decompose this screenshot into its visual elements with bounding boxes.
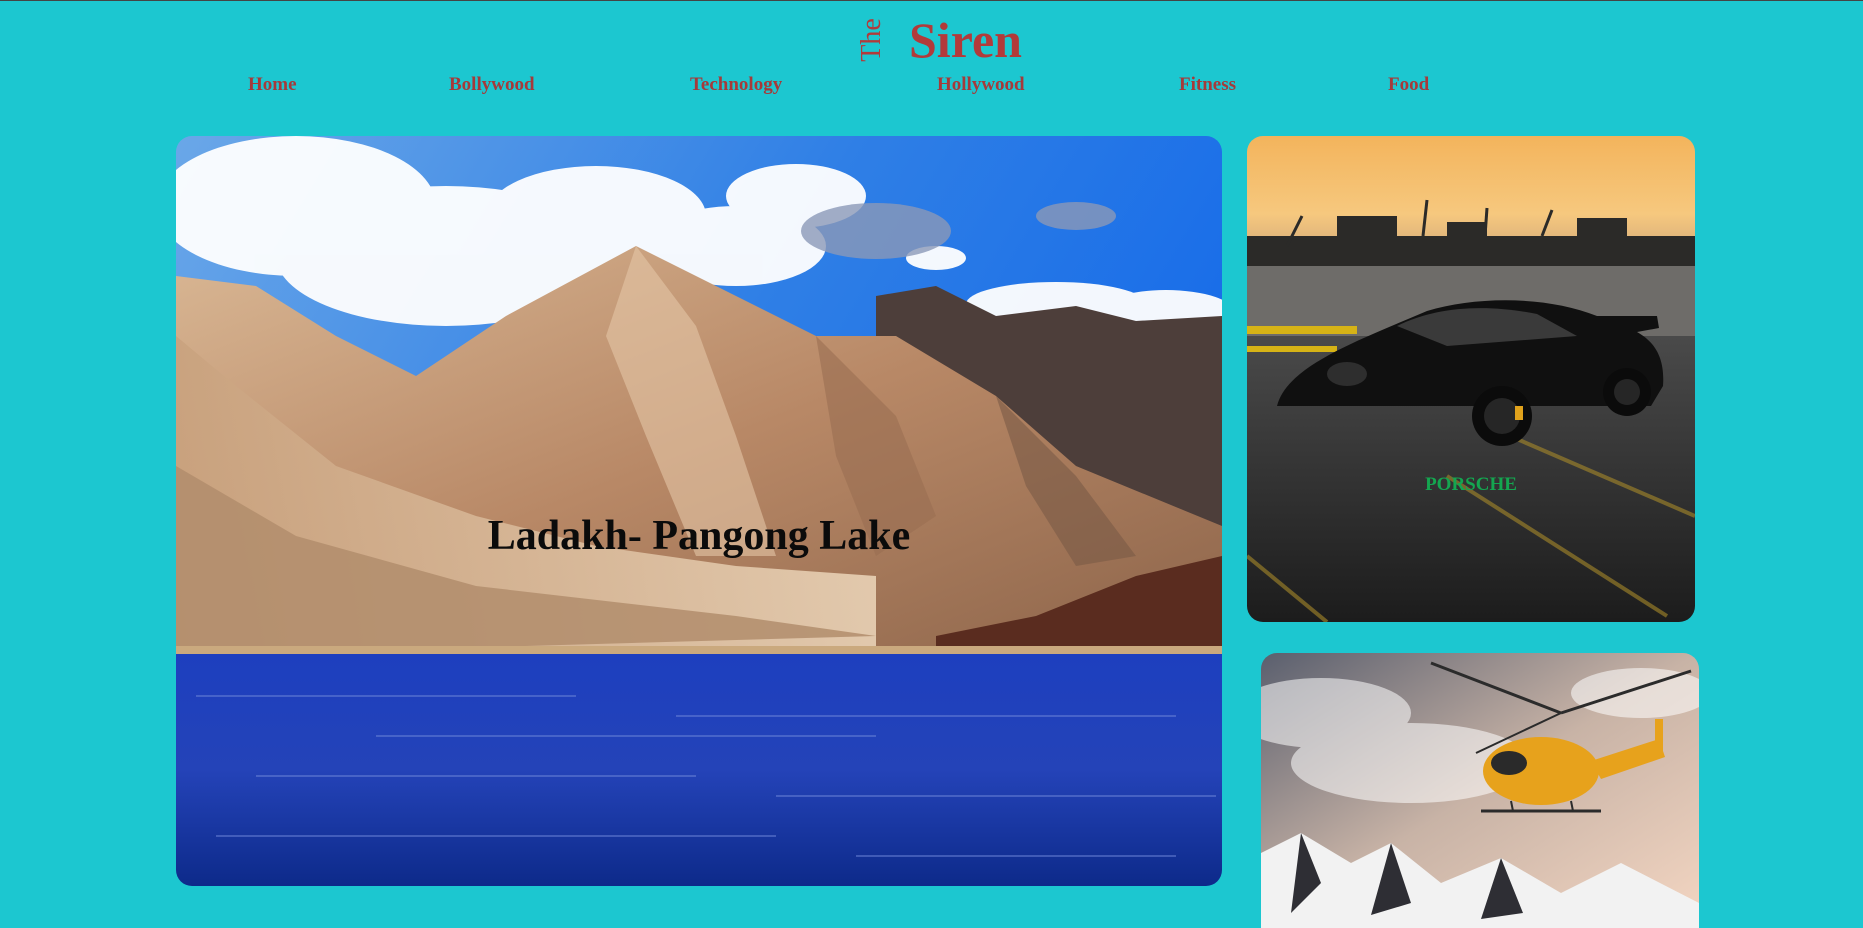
helicopter-image (1261, 653, 1699, 928)
nav-item-hollywood[interactable]: Hollywood (937, 74, 1025, 96)
logo-the-text: The (856, 18, 887, 62)
nav-item-fitness[interactable]: Fitness (1179, 74, 1236, 96)
helicopter-card[interactable] (1261, 653, 1699, 928)
nav-item-technology[interactable]: Technology (690, 74, 782, 96)
hero-landscape-image (176, 136, 1222, 886)
site-logo[interactable]: The Siren (855, 6, 1055, 68)
logo-name-text: Siren (909, 12, 1022, 68)
hero-card[interactable]: Ladakh- Pangong Lake (176, 136, 1222, 886)
porsche-card-label[interactable]: PORSCHE (1247, 474, 1695, 496)
porsche-card[interactable]: PORSCHE (1247, 136, 1695, 622)
nav-item-food[interactable]: Food (1388, 74, 1429, 96)
nav-item-bollywood[interactable]: Bollywood (449, 74, 535, 96)
porsche-image (1247, 136, 1695, 622)
hero-title[interactable]: Ladakh- Pangong Lake (176, 512, 1222, 560)
nav-item-home[interactable]: Home (248, 74, 297, 96)
top-border-line (0, 0, 1863, 1)
